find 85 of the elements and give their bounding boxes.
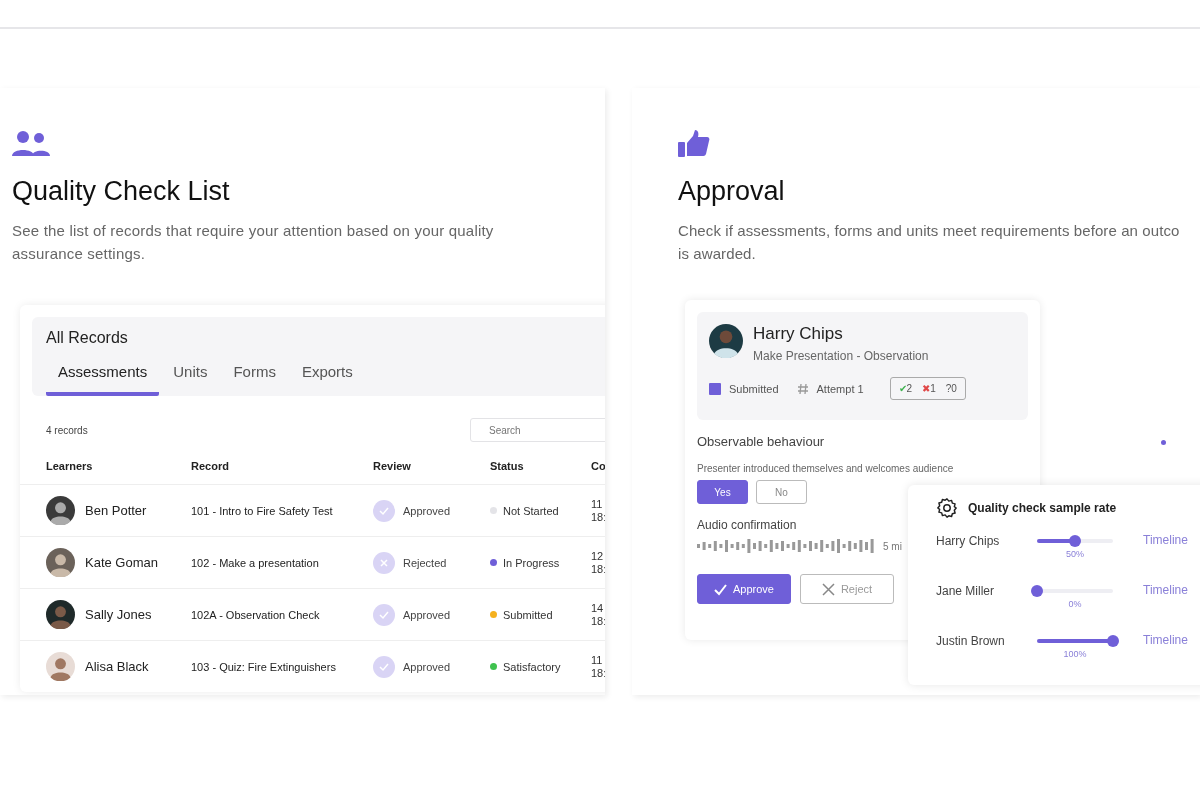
cross-icon <box>373 551 395 574</box>
record-name: 101 - Intro to Fire Safety Test <box>191 504 334 517</box>
record-name: 102A - Observation Check <box>191 608 321 621</box>
avatar <box>46 496 75 525</box>
timeline-link[interactable]: Timeline <box>1143 583 1200 597</box>
section-description: Check if assessments, forms and units meet requirements before an outco is awarded. <box>678 221 1181 264</box>
result-count: ?0 <box>945 383 957 394</box>
question-text: Presenter introduced themselves and welcomes audience <box>697 463 955 474</box>
avatar <box>46 548 75 577</box>
date-text: 18: <box>591 562 605 576</box>
section-title: Approval <box>678 176 786 207</box>
close-icon <box>821 582 835 596</box>
review-label: Rejected <box>403 556 447 569</box>
search-field[interactable]: Search <box>470 418 605 442</box>
date-text: 18: <box>591 614 605 628</box>
answer-button[interactable]: Yes <box>697 480 748 504</box>
check-icon <box>373 655 395 678</box>
date-text: 18: <box>591 666 605 680</box>
learner-name: Sally Jones <box>85 607 152 622</box>
tab[interactable]: Units <box>161 357 220 396</box>
tab[interactable]: Assessments <box>46 357 160 396</box>
panel-title: All Records <box>46 329 128 347</box>
learner-name: Alisa Black <box>85 659 149 674</box>
rate-value: 100% <box>1063 649 1087 659</box>
decorative-dot <box>1161 440 1166 445</box>
avatar <box>709 324 743 358</box>
check-icon <box>373 499 395 522</box>
review-label: Approved <box>403 660 451 673</box>
approve-button[interactable]: Approve <box>697 574 791 604</box>
record-count: 4 records <box>46 424 88 436</box>
slider-thumb[interactable] <box>1069 535 1081 547</box>
learner-name: Harry Chips <box>753 324 844 344</box>
check-icon <box>714 582 727 596</box>
rate-value: 50% <box>1066 549 1084 559</box>
slider-thumb[interactable] <box>1107 635 1119 647</box>
learner-name: Harry Chips <box>936 533 1001 548</box>
card-title: Quality check sample rate <box>968 501 1117 515</box>
column-header: Record <box>191 460 230 472</box>
assessment-name: Make Presentation - Observation <box>753 349 929 363</box>
column-header: Review <box>373 460 412 472</box>
result-count: ✖1 <box>922 383 936 394</box>
column-header: Learners <box>46 460 94 472</box>
audio-label: Audio confirmation <box>697 518 798 532</box>
avatar <box>46 600 75 629</box>
review-label: Approved <box>403 608 451 621</box>
status-label: In Progress <box>503 556 560 569</box>
users-icon <box>12 130 50 158</box>
reject-button[interactable]: Reject <box>800 574 894 604</box>
thumbs-up-icon <box>678 130 710 158</box>
learner-name: Jane Miller <box>936 583 996 598</box>
slider-thumb[interactable] <box>1031 585 1043 597</box>
tab[interactable]: Forms <box>221 357 288 396</box>
learner-name: Ben Potter <box>85 503 147 518</box>
check-icon <box>373 603 395 626</box>
status-label: Submitted <box>729 382 779 395</box>
tab[interactable]: Exports <box>289 357 365 396</box>
learner-name: Justin Brown <box>936 633 1006 648</box>
column-header: Co <box>591 460 605 472</box>
timeline-link[interactable]: Timeline <box>1143 533 1200 547</box>
date-text: 18: <box>591 510 605 524</box>
section-title: Quality Check List <box>12 176 231 207</box>
learner-name: Kate Goman <box>85 555 158 570</box>
audio-duration: 5 mi <box>883 540 902 552</box>
settings-icon <box>936 497 958 519</box>
date-text: 14 <box>591 601 605 615</box>
status-label: Submitted <box>503 608 553 621</box>
section-description: See the list of records that require your attention based on your quality assurance settings. <box>12 221 495 264</box>
date-text: 11 <box>591 497 604 511</box>
status-label: Satisfactory <box>503 660 561 673</box>
review-label: Approved <box>403 504 451 517</box>
attempt-label: Attempt 1 <box>816 382 864 395</box>
section-label: Observable behaviour <box>697 434 826 449</box>
status-label: Not Started <box>503 504 559 517</box>
hash-icon <box>796 382 809 395</box>
date-text: 12 <box>591 549 605 563</box>
avatar <box>46 652 75 681</box>
timeline-link[interactable]: Timeline <box>1143 633 1200 647</box>
column-header: Status <box>490 460 525 472</box>
record-name: 103 - Quiz: Fire Extinguishers <box>191 660 337 673</box>
record-name: 102 - Make a presentation <box>191 556 320 569</box>
status-icon <box>709 382 721 395</box>
rate-value: 0% <box>1068 599 1082 609</box>
date-text: 11 <box>591 653 604 667</box>
result-count: ✔2 <box>898 383 913 394</box>
answer-button[interactable]: No <box>756 480 807 504</box>
